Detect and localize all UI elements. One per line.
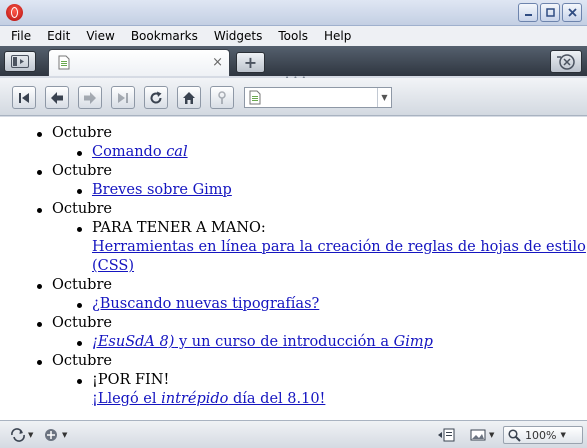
list-item: PARA TENER A MANO: Herramientas en línea… xyxy=(0,219,587,276)
post-link[interactable]: Breves sobre Gimp xyxy=(92,182,232,198)
archive-list: Octubre Comando cal Octubre Breves sobre… xyxy=(0,124,587,409)
menu-bookmarks[interactable]: Bookmarks xyxy=(123,29,206,43)
fast-forward-button[interactable] xyxy=(111,86,135,109)
image-icon xyxy=(470,429,486,441)
magnifier-icon xyxy=(508,428,521,442)
back-arrow-icon xyxy=(51,91,63,104)
menu-tools[interactable]: Tools xyxy=(270,29,316,43)
link-text-italic: Gimp xyxy=(393,334,433,350)
chevron-down-icon: ▼ xyxy=(62,431,68,439)
document-icon xyxy=(249,90,261,105)
month-label: Octubre xyxy=(0,124,587,143)
unite-button[interactable]: ▼ xyxy=(44,426,67,444)
zoom-level: 100% xyxy=(525,428,557,442)
wand-key-icon xyxy=(218,90,226,104)
list-item: ¡POR FIN! ¡Llegó el intrépido día del 8.… xyxy=(0,371,587,409)
post-link[interactable]: ¡Llegó el intrépido día del 8.10! xyxy=(92,391,325,407)
page-content: Octubre Comando cal Octubre Breves sobre… xyxy=(0,117,587,420)
home-icon xyxy=(183,91,195,104)
back-button[interactable] xyxy=(45,86,69,109)
images-toggle-button[interactable] xyxy=(437,426,457,444)
list-item: Breves sobre Gimp xyxy=(0,181,587,200)
chevron-down-icon: ▼ xyxy=(560,431,566,439)
post-link[interactable]: ¿Buscando nuevas tipografías? xyxy=(92,296,319,312)
list-item: Comando cal xyxy=(0,143,587,162)
post-link[interactable]: ¡EsuSdA 8) y un curso de introducción a … xyxy=(92,334,433,350)
chevron-down-icon: ▼ xyxy=(381,93,388,102)
opera-logo-icon[interactable] xyxy=(6,4,23,21)
panel-toggle-button[interactable] xyxy=(4,51,36,72)
page-info-icon xyxy=(438,428,455,442)
entry-heading: ¡POR FIN! xyxy=(92,372,170,388)
view-mode-button[interactable]: ▼ xyxy=(470,426,494,444)
post-link[interactable]: Comando cal xyxy=(92,144,188,160)
plus-icon: + xyxy=(243,53,258,72)
link-text-italic: ¡EsuSdA 8) xyxy=(92,334,175,350)
list-item: ¡EsuSdA 8) y un curso de introducción a … xyxy=(0,333,587,352)
minimize-button[interactable] xyxy=(518,3,538,22)
forward-arrow-icon xyxy=(84,91,96,104)
link-text: ¡Llegó el xyxy=(92,391,162,407)
title-bar xyxy=(0,0,587,26)
closed-tabs-button[interactable] xyxy=(550,50,582,73)
reload-icon xyxy=(150,91,162,104)
menu-file[interactable]: File xyxy=(3,29,39,43)
address-dropdown-button[interactable]: ▼ xyxy=(377,88,391,107)
reload-button[interactable] xyxy=(144,86,168,109)
menu-help[interactable]: Help xyxy=(316,29,359,43)
address-field[interactable]: ▼ xyxy=(244,87,392,108)
link-text-italic: cal xyxy=(166,144,188,160)
zoom-control[interactable]: 100% ▼ xyxy=(503,426,583,444)
month-label: Octubre xyxy=(0,314,587,333)
link-text: Comando xyxy=(92,144,167,160)
chevron-down-icon: ▼ xyxy=(489,431,495,439)
post-link[interactable]: Herramientas en línea para la creación d… xyxy=(92,239,586,274)
menu-widgets[interactable]: Widgets xyxy=(206,29,271,43)
rewind-button[interactable] xyxy=(12,86,36,109)
sync-button[interactable]: ▼ xyxy=(10,426,33,444)
maximize-icon xyxy=(545,8,555,17)
document-icon xyxy=(58,55,70,70)
panel-icon xyxy=(11,55,29,68)
forward-button[interactable] xyxy=(78,86,102,109)
rewind-icon xyxy=(19,92,29,103)
menu-view[interactable]: View xyxy=(78,29,122,43)
status-bar: ▼ ▼ ▼ 100% ▼ xyxy=(0,420,587,448)
tab-close-icon[interactable]: × xyxy=(212,55,223,70)
trash-icon xyxy=(557,53,575,70)
minimize-icon xyxy=(524,14,532,16)
sync-icon xyxy=(11,428,25,442)
navigation-bar: ▼ xyxy=(0,78,587,116)
turbo-icon xyxy=(45,429,57,441)
window-controls xyxy=(518,3,582,22)
entry-heading: PARA TENER A MANO: xyxy=(92,220,266,236)
close-window-button[interactable] xyxy=(562,3,582,22)
maximize-button[interactable] xyxy=(540,3,560,22)
home-button[interactable] xyxy=(177,86,201,109)
wand-button[interactable] xyxy=(210,86,234,109)
menu-bar: File Edit View Bookmarks Widgets Tools H… xyxy=(0,26,587,46)
month-label: Octubre xyxy=(0,200,587,219)
link-text: y un curso de introducción a xyxy=(174,334,394,350)
tab-active[interactable]: × xyxy=(48,49,230,76)
fast-forward-icon xyxy=(118,92,128,103)
month-label: Octubre xyxy=(0,162,587,181)
link-text-italic: intrépido xyxy=(161,391,229,407)
month-label: Octubre xyxy=(0,276,587,295)
month-label: Octubre xyxy=(0,352,587,371)
list-item: ¿Buscando nuevas tipografías? xyxy=(0,295,587,314)
link-text: día del 8.10! xyxy=(228,391,326,407)
tab-bar: × + xyxy=(0,46,587,76)
new-tab-button[interactable]: + xyxy=(236,52,265,73)
close-icon xyxy=(567,8,577,17)
chevron-down-icon: ▼ xyxy=(28,431,34,439)
menu-edit[interactable]: Edit xyxy=(39,29,78,43)
